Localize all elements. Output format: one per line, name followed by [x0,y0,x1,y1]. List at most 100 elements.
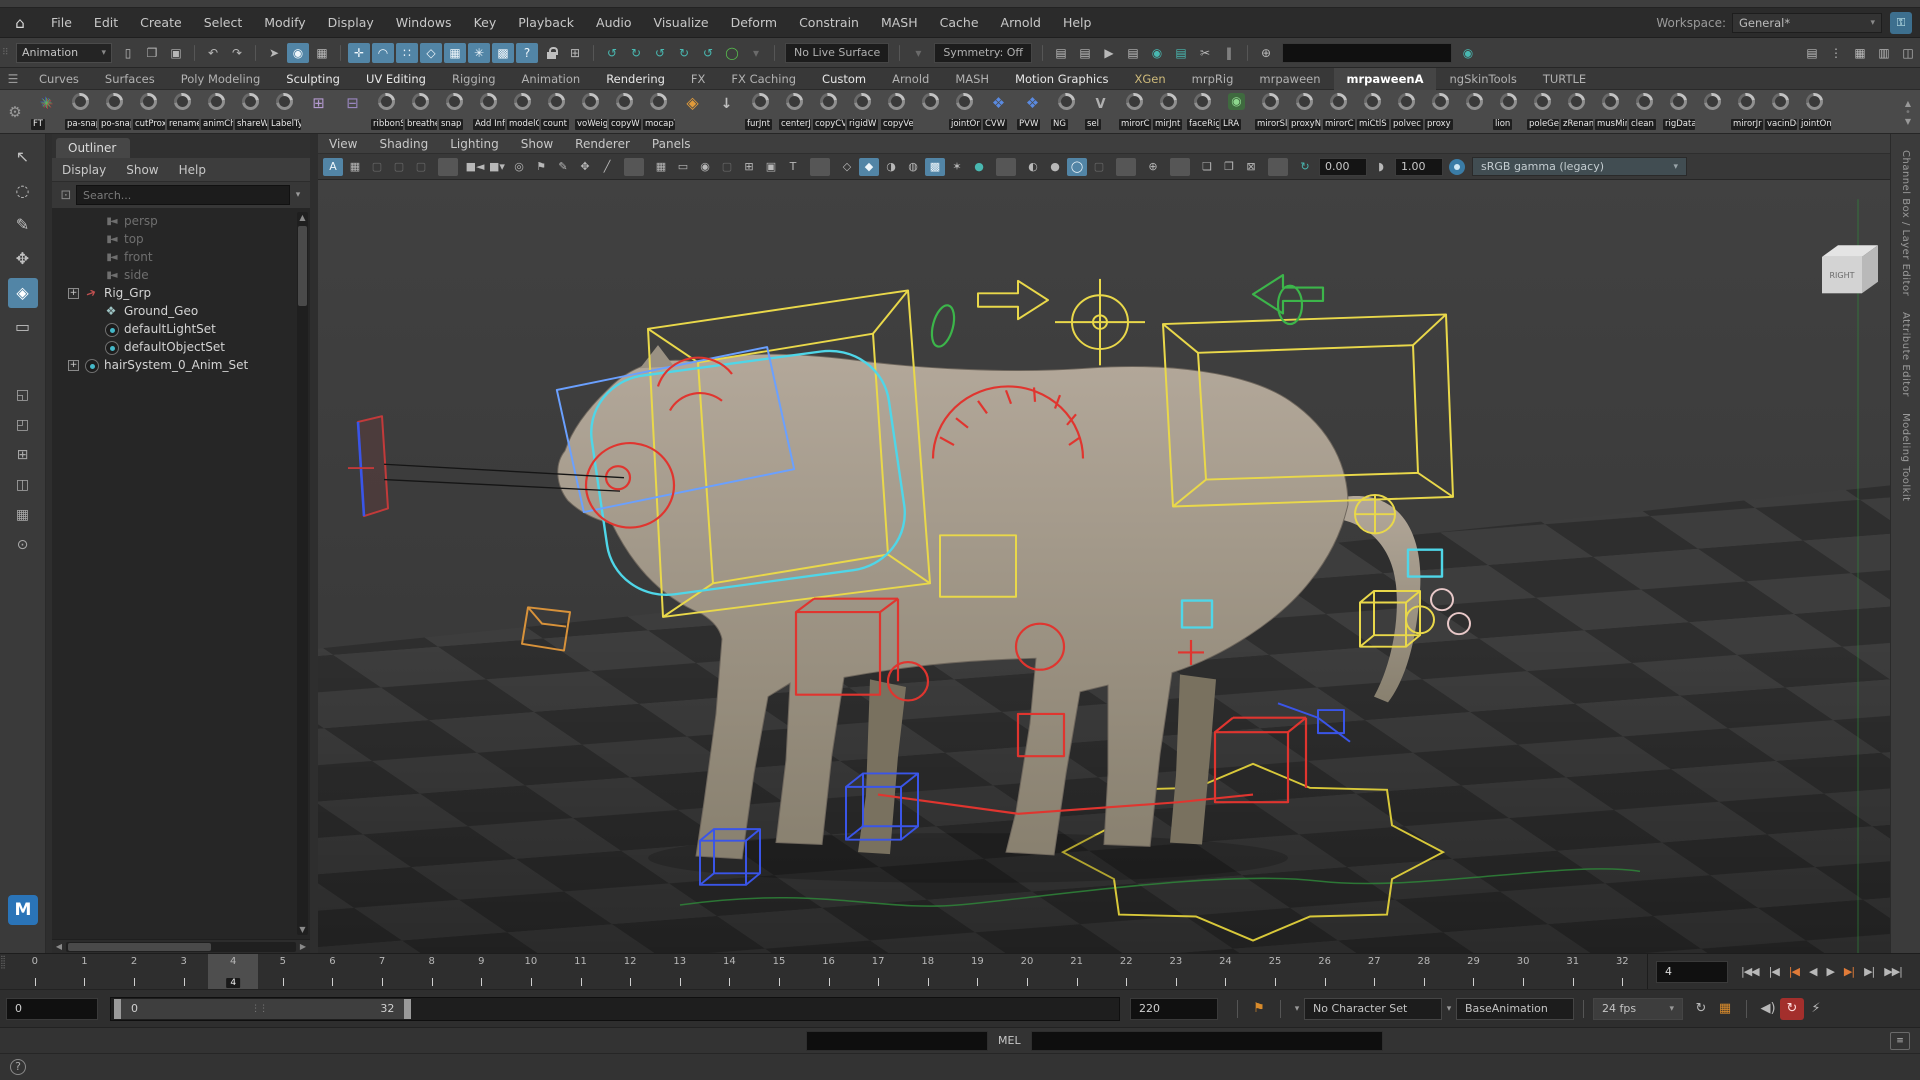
shelf-tab[interactable]: Sculpting [273,68,353,90]
toolbar-icon[interactable]: ↶ [202,43,224,63]
viewport-toolbar-icon[interactable]: ◇ [837,158,857,176]
timeline-frame[interactable]: 20 [1002,954,1052,989]
anim-end-field[interactable]: 220 [1130,998,1218,1020]
layout-icon[interactable]: ◫ [8,472,38,498]
shelf-button[interactable]: po-snap [98,90,132,132]
shelf-button[interactable]: miCtlS [1356,90,1390,132]
timeline-frame[interactable]: 27 [1349,954,1399,989]
shelf-tab[interactable]: ngSkinTools [1436,68,1529,90]
shelf-tab[interactable]: Surfaces [92,68,168,90]
viewport-toolbar-icon[interactable]: A [323,158,343,176]
maya-m-logo[interactable]: M [8,895,38,925]
toolbar-icon[interactable]: ↺ [697,43,719,63]
toolbar-icon[interactable]: ▤ [1074,43,1096,63]
layout-icon[interactable]: ⊙ [8,532,38,558]
shelf-button[interactable]: PVW [1016,90,1050,132]
viewport-toolbar-icon[interactable]: ◎ [509,158,529,176]
shelf-button[interactable]: modelC [506,90,540,132]
timeline-frame[interactable]: 31 [1548,954,1598,989]
timeline-frame[interactable]: 9 [456,954,506,989]
viewport-toolbar-icon[interactable]: ⊞ [739,158,759,176]
panel-menu-item[interactable]: Show [510,137,564,151]
viewport-toolbar-icon[interactable] [996,158,1016,176]
shelf-tab[interactable]: Animation [509,68,594,90]
sidebar-vertical-tab[interactable]: Attribute Editor [1900,312,1911,397]
chevron-down-icon[interactable]: ▾ [1442,1004,1456,1014]
viewport-toolbar-icon[interactable]: ◉ [695,158,715,176]
toolbar-icon[interactable]: ➤ [263,43,285,63]
viewport-toolbar-icon[interactable] [1116,158,1136,176]
toolbar-icon[interactable]: ❐ [141,43,163,63]
outliner-menu-item[interactable]: Show [116,163,168,177]
expand-icon[interactable]: + [68,288,79,299]
symmetry-field[interactable]: Symmetry: Off [934,43,1032,63]
viewport-toolbar-icon[interactable] [810,158,830,176]
sidebar-toggle-icon[interactable]: ⋮ [1825,43,1847,63]
shelf-button[interactable]: CVW [982,90,1016,132]
toolbar-icon[interactable]: ◇ [420,43,442,63]
shelf-button[interactable] [914,90,948,132]
tool-icon[interactable]: ◈ [8,278,38,308]
viewport-toolbar-icon[interactable]: ⊠ [1241,158,1261,176]
menu-item[interactable]: Playback [507,15,585,30]
timeline-frame[interactable]: 30 [1498,954,1548,989]
view-cube[interactable]: RIGHT [1822,245,1878,293]
timeline-frame[interactable]: 13 [655,954,705,989]
shelf-button[interactable] [1458,90,1492,132]
shelf-button[interactable] [676,90,710,132]
viewport-toolbar-icon[interactable]: ■◄ [465,158,485,176]
shelf-button[interactable]: zRenam [1560,90,1594,132]
shelf-button[interactable]: voWeig [574,90,608,132]
panel-menu-item[interactable]: Lighting [439,137,510,151]
viewport-toolbar-icon[interactable]: ▢ [717,158,737,176]
bookmark-icon[interactable]: ⚑ [1247,1001,1271,1016]
toolbar-icon[interactable]: ▤ [1122,43,1144,63]
menu-item[interactable]: Edit [83,15,129,30]
shelf-button[interactable]: animCh [200,90,234,132]
toolbar-icon[interactable]: ✳ [468,43,490,63]
shelf-button[interactable]: LabelTy [268,90,302,132]
layout-icon[interactable]: ⊞ [8,442,38,468]
shelf-button[interactable]: rename [166,90,200,132]
toolbar-icon[interactable]: ▶ [1098,43,1120,63]
sidebar-toggle-icon[interactable]: ▥ [1873,43,1895,63]
sidebar-toggle-icon[interactable]: ▤ [1801,43,1823,63]
viewport-toolbar-icon[interactable]: T [783,158,803,176]
shelf-button[interactable]: musMir [1594,90,1628,132]
timeline-frame[interactable]: 8 [407,954,457,989]
viewport-toolbar-icon[interactable]: ▢ [389,158,409,176]
sidebar-toggle-icon[interactable]: ◫ [1897,43,1919,63]
viewport-toolbar-icon[interactable]: ▭ [673,158,693,176]
timeline-track[interactable]: 0 1 2 3 4 [10,954,1648,989]
viewport-toolbar-icon[interactable]: ● [1045,158,1065,176]
shelf-button[interactable] [302,90,336,132]
toolbar-icon[interactable]: ▩ [492,43,514,63]
shelf-button[interactable]: poleGe [1526,90,1560,132]
toolbar-icon[interactable]: ▤ [1050,43,1072,63]
timeline-frame[interactable]: 19 [953,954,1003,989]
shelf-tab[interactable]: Rigging [439,68,509,90]
command-language-toggle[interactable]: MEL [988,1034,1031,1047]
toolbar-icon[interactable] [593,45,594,61]
shelf-button[interactable]: copyVe [880,90,914,132]
loop-icon[interactable]: ↻ [1689,1001,1713,1016]
toolbar-icon[interactable]: ▾ [745,43,767,63]
viewport-toolbar-icon[interactable]: ▦ [345,158,365,176]
viewport-toolbar-icon[interactable]: ◑ [881,158,901,176]
shelf-button[interactable]: jointOr [948,90,982,132]
shelf-tab[interactable]: mrpaween [1246,68,1333,90]
shelf-button[interactable]: centerJ [778,90,812,132]
shelf-button[interactable]: proxy [1424,90,1458,132]
outliner-item[interactable]: + side [52,266,310,284]
shelf-tab[interactable]: Arnold [879,68,942,90]
tool-icon[interactable]: ▭ [8,312,38,342]
shelf-button[interactable] [710,90,744,132]
scroll-down-icon[interactable]: ▼ [297,925,308,934]
shelf-button[interactable]: proxyN [1288,90,1322,132]
viewport-toolbar-icon[interactable] [438,158,458,176]
viewport-toolbar-icon[interactable]: ❐ [1219,158,1239,176]
viewport-toolbar-icon[interactable]: ✎ [553,158,573,176]
exposure-field[interactable]: 0.00 [1319,158,1367,176]
shelf-tab[interactable]: MASH [942,68,1002,90]
toolbar-icon[interactable]: ✛ [348,43,370,63]
